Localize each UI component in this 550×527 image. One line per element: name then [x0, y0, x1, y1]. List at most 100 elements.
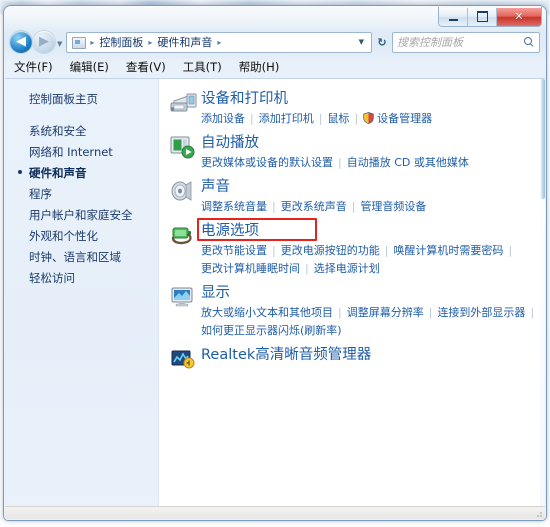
breadcrumb-bar[interactable]: ▸ 控制面板 ▸ 硬件和声音 ▸ ▼: [66, 31, 372, 53]
control-panel-window: ✕ ◀ ▶ ▼ ▸ 控制面板 ▸ 硬件和声音 ▸ ▼ ↻ 搜索控制面板 文件(F…: [4, 6, 546, 520]
minimize-button[interactable]: [439, 7, 468, 26]
category-sublink-label: 连接到外部显示器: [437, 306, 526, 319]
close-button[interactable]: ✕: [497, 7, 541, 26]
forward-button[interactable]: ▶: [33, 31, 55, 53]
breadcrumb-item-1[interactable]: 硬件和声音: [155, 34, 214, 50]
menu-item-1[interactable]: 编辑(E): [70, 57, 118, 77]
category-body: 电源选项 更改节能设置 | 更改电源按钮的功能 | 唤醒计算机时需要密码 | 更改计算机睡眠时…: [197, 218, 545, 276]
category-icon-wrap[interactable]: [165, 87, 201, 126]
category-sublink[interactable]: 更改节能设置: [201, 244, 267, 257]
sidebar-item-label: 时钟、语言和区域: [29, 249, 121, 264]
link-separator: |: [250, 112, 254, 125]
category-sublink[interactable]: 放大或缩小文本和其他项目: [201, 306, 333, 319]
search-input[interactable]: 搜索控制面板: [397, 34, 523, 50]
sidebar-item-1[interactable]: 网络和 Internet: [5, 141, 158, 162]
category-icon-wrap[interactable]: [165, 131, 201, 170]
category-sublink[interactable]: 更改电源按钮的功能: [281, 244, 380, 257]
link-separator: |: [338, 306, 342, 319]
category-sublink-label: 选择电源计划: [313, 262, 380, 275]
category-sublink-label: 管理音频设备: [360, 200, 427, 213]
category-sublink[interactable]: 连接到外部显示器: [437, 306, 525, 319]
category-sublink[interactable]: 管理音频设备: [360, 200, 426, 213]
title-bar: ✕: [4, 6, 546, 28]
link-separator: |: [318, 112, 323, 125]
category-link-row-0: 放大或缩小文本和其他项目 | 调整屏幕分辨率 | 连接到外部显示器 |: [201, 303, 545, 320]
category-sublink[interactable]: 更改媒体或设备的默认设置: [201, 156, 333, 169]
menu-item-0[interactable]: 文件(F): [14, 57, 62, 77]
category-link-row-0: 更改节能设置 | 更改电源按钮的功能 | 唤醒计算机时需要密码 |: [201, 241, 545, 258]
category-sublink[interactable]: 调整屏幕分辨率: [347, 306, 424, 319]
category-icon-wrap[interactable]: [165, 175, 201, 214]
refresh-button[interactable]: ↻: [372, 36, 392, 49]
minimize-icon: [448, 18, 458, 21]
category-link-row-0: 添加设备 | 添加打印机 | 鼠标 | 设备管理器: [201, 109, 545, 126]
category-icon-wrap[interactable]: [165, 281, 201, 338]
category-title-link[interactable]: 声音: [201, 179, 230, 196]
address-bar: ◀ ▶ ▼ ▸ 控制面板 ▸ 硬件和声音 ▸ ▼ ↻ 搜索控制面板: [4, 28, 546, 56]
category-sublink[interactable]: 设备管理器: [363, 112, 432, 125]
sound-icon: [169, 178, 197, 214]
sidebar-item-label: 系统和安全: [29, 123, 87, 138]
address-dropdown-icon[interactable]: ▼: [354, 38, 369, 46]
link-separator: |: [384, 244, 389, 257]
link-separator: |: [272, 244, 276, 257]
sidebar-item-label: 用户帐户和家庭安全: [29, 207, 133, 222]
back-button[interactable]: ◀: [10, 31, 32, 53]
vertical-scrollbar[interactable]: [540, 79, 545, 515]
breadcrumb-separator-0: ▸: [90, 37, 95, 47]
history-dropdown-icon[interactable]: ▼: [57, 40, 62, 48]
sidebar-item-6[interactable]: 时钟、语言和区域: [5, 246, 158, 267]
category-sublink[interactable]: 唤醒计算机时需要密码: [393, 244, 503, 257]
back-arrow-icon: ◀: [16, 34, 26, 49]
sidebar: 控制面板主页 系统和安全网络和 Internet 硬件和声音程序用户帐户和家庭安全…: [5, 79, 159, 515]
category-icon-wrap[interactable]: [165, 219, 201, 276]
category-list: 设备和打印机添加设备 | 添加打印机 | 鼠标 | 设备管理器 自动播放更改媒体或设备的默…: [159, 79, 545, 515]
sidebar-item-4[interactable]: 用户帐户和家庭安全: [5, 204, 158, 225]
category-body: Realtek高清晰音频管理器: [201, 343, 545, 372]
category-sublink[interactable]: 自动播放 CD 或其他媒体: [347, 156, 469, 169]
sidebar-item-label: 程序: [29, 186, 52, 201]
category-sublink[interactable]: 添加设备: [201, 112, 245, 125]
category-title-link[interactable]: 显示: [201, 285, 230, 302]
menu-item-2[interactable]: 查看(V): [126, 57, 175, 77]
category-title-wrap: 声音: [201, 176, 545, 196]
category-link-row-1: 如何更正显示器闪烁(刷新率): [201, 321, 545, 338]
category-title-link[interactable]: 设备和打印机: [201, 91, 288, 108]
category-sublink[interactable]: 鼠标: [327, 112, 349, 125]
breadcrumb-item-0[interactable]: 控制面板: [97, 34, 145, 50]
sidebar-item-label: 外观和个性化: [29, 228, 98, 243]
category-sublink[interactable]: 如何更正显示器闪烁(刷新率): [201, 324, 342, 337]
category-title-wrap: 电源选项: [197, 218, 545, 241]
resize-grip-icon[interactable]: [533, 508, 543, 518]
close-icon: ✕: [514, 10, 524, 23]
category-5: Realtek高清晰音频管理器: [165, 343, 545, 372]
sidebar-item-0[interactable]: 系统和安全: [5, 120, 158, 141]
menu-item-4[interactable]: 帮助(H): [239, 57, 289, 77]
link-separator: |: [354, 112, 359, 125]
category-sublink-label: 调整系统音量: [201, 200, 267, 213]
scrollbar-thumb[interactable]: [540, 79, 545, 199]
category-sublink[interactable]: 添加打印机: [259, 112, 314, 125]
category-body: 显示 放大或缩小文本和其他项目 | 调整屏幕分辨率 | 连接到外部显示器 | 如何更正显示器闪…: [201, 281, 545, 338]
sidebar-item-control-panel-home[interactable]: 控制面板主页: [5, 89, 158, 109]
category-icon-wrap[interactable]: [165, 343, 201, 372]
category-sublink[interactable]: 调整系统音量: [201, 200, 267, 213]
category-title-link[interactable]: 自动播放: [201, 135, 259, 152]
category-title-link[interactable]: Realtek高清晰音频管理器: [201, 347, 371, 364]
sidebar-item-7[interactable]: 轻松访问: [5, 267, 158, 288]
category-sublink-label: 更改计算机睡眠时间: [201, 262, 300, 275]
sidebar-item-label: 轻松访问: [29, 270, 75, 285]
search-box[interactable]: 搜索控制面板: [392, 31, 540, 53]
category-sublink[interactable]: 更改计算机睡眠时间: [201, 262, 300, 275]
category-sublink[interactable]: 选择电源计划: [314, 262, 380, 275]
maximize-button[interactable]: [468, 7, 497, 26]
sidebar-item-2[interactable]: 硬件和声音: [5, 162, 158, 183]
menu-item-3[interactable]: 工具(T): [183, 57, 231, 77]
category-title-link[interactable]: 电源选项: [201, 223, 259, 240]
link-separator: |: [428, 306, 433, 319]
category-sublink[interactable]: 更改系统声音: [281, 200, 347, 213]
sidebar-item-5[interactable]: 外观和个性化: [5, 225, 158, 246]
sidebar-item-3[interactable]: 程序: [5, 183, 158, 204]
maximize-icon: [476, 11, 488, 22]
category-link-row-0: 调整系统音量 | 更改系统声音 | 管理音频设备: [201, 197, 545, 214]
